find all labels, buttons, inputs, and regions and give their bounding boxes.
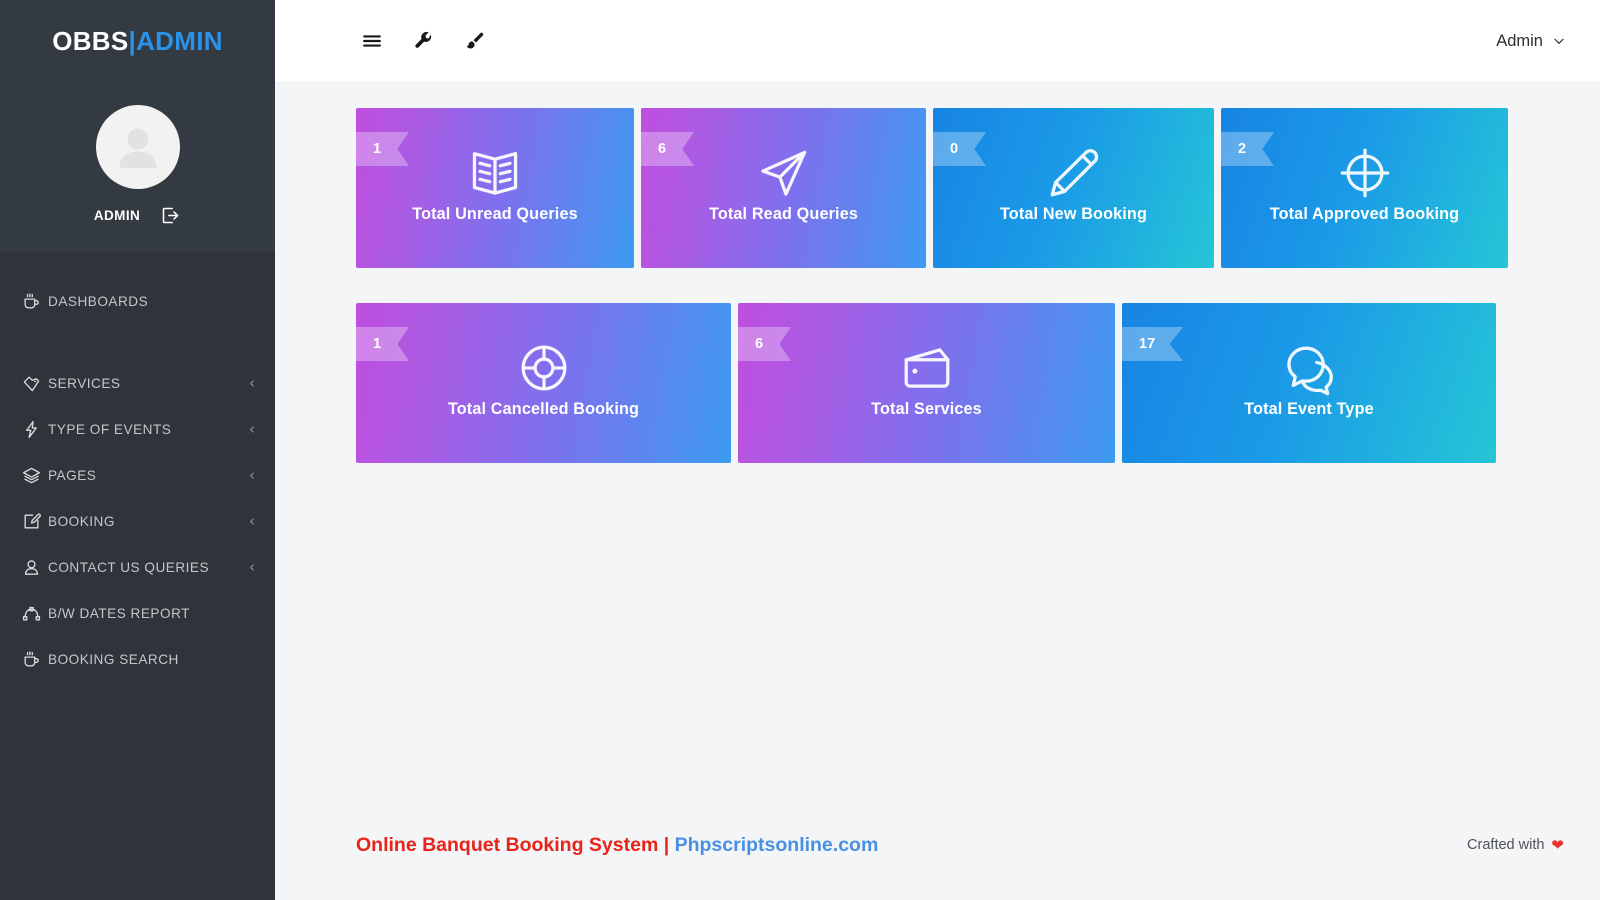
sidebar-item-bw-dates-report[interactable]: B/W DATES REPORT <box>0 590 275 636</box>
sidebar-nav: DASHBOARDS SERVICES ‹ TYPE OF EVENTS ‹ P… <box>0 252 275 900</box>
brand-secondary: ADMIN <box>136 26 223 56</box>
profile-name: ADMIN <box>93 208 141 223</box>
life-buoy-icon <box>515 339 573 402</box>
bezier-pen-icon <box>22 604 48 623</box>
lightning-bolt-icon <box>22 420 48 439</box>
sidebar-item-label: CONTACT US QUERIES <box>48 559 210 575</box>
coffee-cup-icon <box>22 292 48 311</box>
stat-card-total-read-queries[interactable]: 6 Total Read Queries <box>641 108 926 268</box>
footer-credit: Crafted with ❤ <box>1467 836 1564 854</box>
wallet-icon <box>898 339 956 402</box>
stat-card-badge: 2 <box>1221 132 1275 166</box>
sidebar-item-label: PAGES <box>48 467 97 483</box>
stat-card-badge: 0 <box>933 132 987 166</box>
user-profile-icon <box>22 558 48 577</box>
footer-credit-text: Crafted with <box>1467 837 1545 853</box>
sidebar-item-services[interactable]: SERVICES ‹ <box>0 360 275 406</box>
ribbon-tag-icon <box>22 374 48 393</box>
brand-primary: OBBS <box>52 26 129 56</box>
brand-text: OBBS|ADMIN <box>52 26 223 57</box>
heart-icon: ❤ <box>1551 837 1564 854</box>
open-book-icon <box>466 144 524 207</box>
stat-card-row-1: 1 Total Unread Queries 6 Total Read Quer… <box>356 108 1564 268</box>
sidebar-item-label: BOOKING <box>48 513 115 529</box>
stat-card-total-cancelled-booking[interactable]: 1 Total Cancelled Booking <box>356 303 731 463</box>
sidebar-item-contact-us-queries[interactable]: CONTACT US QUERIES ‹ <box>0 544 275 590</box>
sidebar-item-label: B/W DATES REPORT <box>48 605 190 621</box>
sidebar-item-dashboards[interactable]: DASHBOARDS <box>0 278 275 324</box>
sidebar-item-booking-search[interactable]: BOOKING SEARCH <box>0 636 275 682</box>
footer-title: Online Banquet Booking System | Phpscrip… <box>356 834 878 857</box>
pencil-icon <box>1045 144 1103 207</box>
stat-card-badge: 6 <box>738 327 792 361</box>
stat-card-label: Total New Booking <box>999 205 1148 223</box>
chevron-left-icon[interactable]: ‹ <box>249 375 255 391</box>
chat-bubbles-icon <box>1280 339 1338 402</box>
footer-title-link[interactable]: Phpscriptsonline.com <box>669 834 879 856</box>
hamburger-menu-icon[interactable] <box>361 30 383 52</box>
user-avatar-icon <box>119 128 156 168</box>
brand-separator: | <box>128 26 137 56</box>
stat-card-label: Total Event Type <box>1244 400 1374 418</box>
topbar-icon-group <box>361 30 485 52</box>
sidebar-item-label: SERVICES <box>48 375 121 391</box>
stat-card-label: Total Services <box>871 400 982 418</box>
stat-card-badge: 6 <box>641 132 695 166</box>
stat-card-badge: 1 <box>356 327 410 361</box>
chevron-left-icon[interactable]: ‹ <box>249 559 255 575</box>
chevron-left-icon[interactable]: ‹ <box>249 421 255 437</box>
stat-card-label: Total Read Queries <box>708 205 859 223</box>
sidebar-item-label: BOOKING SEARCH <box>48 651 179 667</box>
stat-card-badge: 1 <box>356 132 410 166</box>
stat-card-badge: 17 <box>1122 327 1184 361</box>
stat-card-total-unread-queries[interactable]: 1 Total Unread Queries <box>356 108 634 268</box>
sidebar-item-label: DASHBOARDS <box>48 293 149 309</box>
topbar: Admin <box>275 0 1600 83</box>
avatar[interactable] <box>95 105 180 189</box>
stat-card-label: Total Approved Booking <box>1269 205 1460 223</box>
crosshair-icon <box>1336 144 1394 207</box>
stat-card-row-2: 1 Total Cancelled Booking 6 Total Servic… <box>356 303 1564 463</box>
coffee-cup-icon <box>22 650 48 669</box>
sidebar-item-type-of-events[interactable]: TYPE OF EVENTS ‹ <box>0 406 275 452</box>
layers-icon <box>22 466 48 485</box>
sidebar-item-label: TYPE OF EVENTS <box>48 421 172 437</box>
paintbrush-icon[interactable] <box>464 31 485 52</box>
stat-card-total-services[interactable]: 6 Total Services <box>738 303 1115 463</box>
chevron-down-icon[interactable] <box>1552 34 1566 48</box>
footer: Online Banquet Booking System | Phpscrip… <box>275 790 1600 900</box>
sidebar-item-pages[interactable]: PAGES ‹ <box>0 452 275 498</box>
profile-row: ADMIN <box>94 205 181 226</box>
stat-card-label: Total Cancelled Booking <box>447 400 640 418</box>
user-menu-label: Admin <box>1496 31 1543 50</box>
stat-card-total-approved-booking[interactable]: 2 Total Approved Booking <box>1221 108 1508 268</box>
logout-icon[interactable] <box>160 205 181 226</box>
paper-plane-icon <box>755 144 813 207</box>
chevron-left-icon[interactable]: ‹ <box>249 467 255 483</box>
stat-card-total-new-booking[interactable]: 0 Total New Booking <box>933 108 1214 268</box>
stat-card-label: Total Unread Queries <box>412 205 578 223</box>
sidebar-item-booking[interactable]: BOOKING ‹ <box>0 498 275 544</box>
footer-title-red: Online Banquet Booking System | <box>356 833 670 856</box>
wrench-icon[interactable] <box>413 31 434 52</box>
user-menu[interactable]: Admin <box>1496 32 1566 51</box>
brand-logo[interactable]: OBBS|ADMIN <box>0 0 275 83</box>
sidebar: OBBS|ADMIN ADMIN DASHBOARDS SERVICES ‹ T… <box>0 0 275 900</box>
profile-panel: ADMIN <box>0 83 275 252</box>
edit-square-icon <box>22 512 48 531</box>
dashboard-content: 1 Total Unread Queries 6 Total Read Quer… <box>275 83 1600 900</box>
stat-card-total-event-type[interactable]: 17 Total Event Type <box>1122 303 1496 463</box>
chevron-left-icon[interactable]: ‹ <box>249 513 255 529</box>
main-area: Admin 1 Total Unread Queries 6 Total Rea… <box>275 0 1600 900</box>
